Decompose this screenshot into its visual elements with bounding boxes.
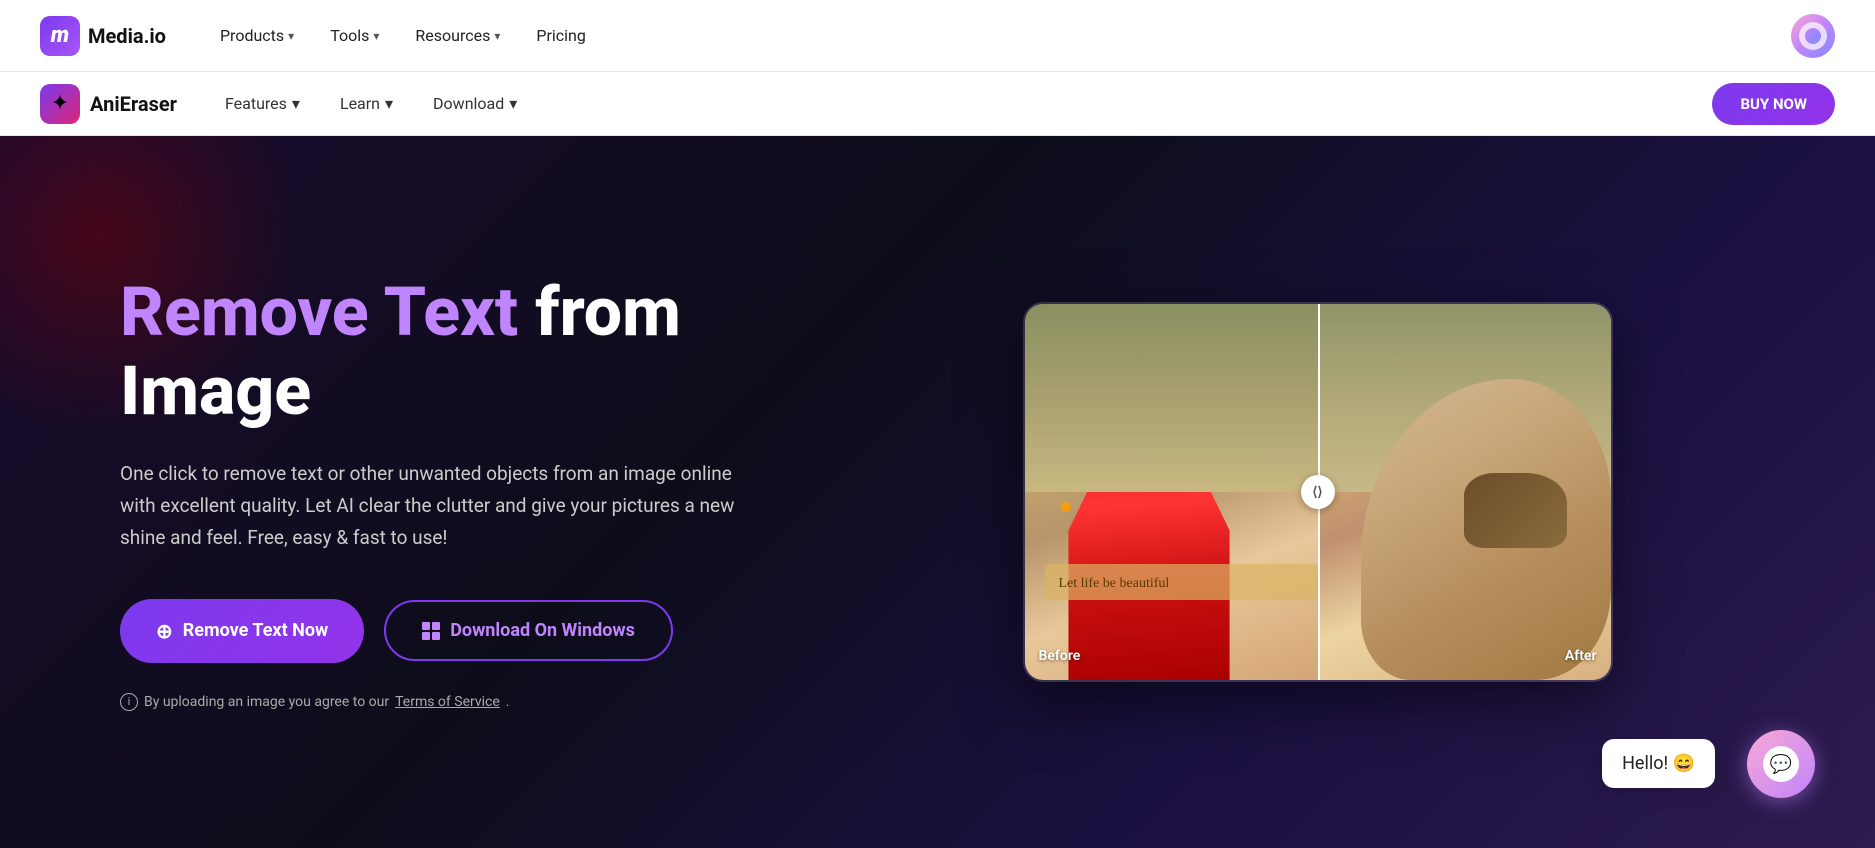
- remove-text-now-button[interactable]: ⊕ Remove Text Now: [120, 599, 364, 663]
- nav-item-pricing[interactable]: Pricing: [522, 18, 600, 53]
- hero-section: Remove Text from Image One click to remo…: [0, 136, 1875, 848]
- comparison-inner: Let life be beautiful ⟨⟩ Before: [1025, 304, 1611, 680]
- sec-nav-learn[interactable]: Learn ▾: [322, 86, 411, 121]
- logo-text: Media.io: [88, 24, 166, 48]
- chat-emoji-icon: 💬: [1770, 754, 1792, 775]
- text-overlay: Let life be beautiful: [1045, 564, 1318, 600]
- hero-description: One click to remove text or other unwant…: [120, 458, 740, 555]
- after-label: After: [1565, 648, 1597, 664]
- after-image: [1318, 304, 1611, 680]
- anieraser-brand: ✦ AniEraser: [40, 84, 177, 124]
- top-navigation: m Media.io Products ▾ Tools ▾ Resources …: [0, 0, 1875, 72]
- overlay-text: Let life be beautiful: [1059, 576, 1170, 591]
- chevron-down-icon: ▾: [292, 94, 300, 113]
- comparison-handle[interactable]: ⟨⟩: [1301, 475, 1335, 509]
- dot-indicator: [1061, 502, 1071, 512]
- avatar-inner: [1799, 22, 1827, 50]
- hero-title-image: Image: [120, 351, 311, 431]
- hero-content: Remove Text from Image One click to remo…: [120, 273, 880, 710]
- hero-title: Remove Text from Image: [120, 273, 880, 429]
- terms-line: i By uploading an image you agree to our…: [120, 693, 880, 711]
- chevron-down-icon: ▾: [494, 29, 500, 43]
- nav-item-tools[interactable]: Tools ▾: [316, 18, 393, 53]
- buy-now-button[interactable]: BUY NOW: [1712, 83, 1835, 125]
- comparison-card: Let life be beautiful ⟨⟩ Before: [1023, 302, 1613, 682]
- hero-title-purple: Remove Text: [120, 272, 518, 352]
- sec-nav-links: Features ▾ Learn ▾ Download ▾: [207, 86, 535, 121]
- before-label: Before: [1039, 648, 1081, 664]
- hero-buttons: ⊕ Remove Text Now Download On Windows: [120, 599, 880, 663]
- chevron-down-icon: ▾: [385, 94, 393, 113]
- chat-button[interactable]: 💬: [1747, 730, 1815, 798]
- top-nav-links: Products ▾ Tools ▾ Resources ▾ Pricing: [206, 18, 999, 53]
- chevron-down-icon: ▾: [373, 29, 379, 43]
- hero-title-from: from: [518, 272, 681, 352]
- logo-link[interactable]: m Media.io: [40, 16, 166, 56]
- download-windows-button[interactable]: Download On Windows: [384, 600, 673, 661]
- upload-icon: ⊕: [156, 619, 173, 643]
- hero-image: Let life be beautiful ⟨⟩ Before: [880, 302, 1755, 682]
- chevron-down-icon: ▾: [288, 29, 294, 43]
- info-icon: i: [120, 693, 138, 711]
- logo-icon: m: [40, 16, 80, 56]
- chat-icon: 💬: [1763, 746, 1799, 782]
- anieraser-icon: ✦: [40, 84, 80, 124]
- windows-icon: [422, 622, 440, 640]
- nav-item-resources[interactable]: Resources ▾: [401, 18, 514, 53]
- avatar[interactable]: [1791, 14, 1835, 58]
- before-image: Let life be beautiful: [1025, 304, 1318, 680]
- chevron-down-icon: ▾: [509, 94, 517, 113]
- avatar-figure: [1805, 28, 1821, 44]
- chat-hello-text: Hello! 😄: [1622, 753, 1695, 774]
- anieraser-label: AniEraser: [90, 92, 177, 116]
- sec-nav-features[interactable]: Features ▾: [207, 86, 318, 121]
- chat-hello-bubble: Hello! 😄: [1602, 739, 1715, 788]
- terms-of-service-link[interactable]: Terms of Service: [395, 694, 500, 710]
- secondary-navigation: ✦ AniEraser Features ▾ Learn ▾ Download …: [0, 72, 1875, 136]
- sec-nav-download[interactable]: Download ▾: [415, 86, 535, 121]
- nav-item-products[interactable]: Products ▾: [206, 18, 308, 53]
